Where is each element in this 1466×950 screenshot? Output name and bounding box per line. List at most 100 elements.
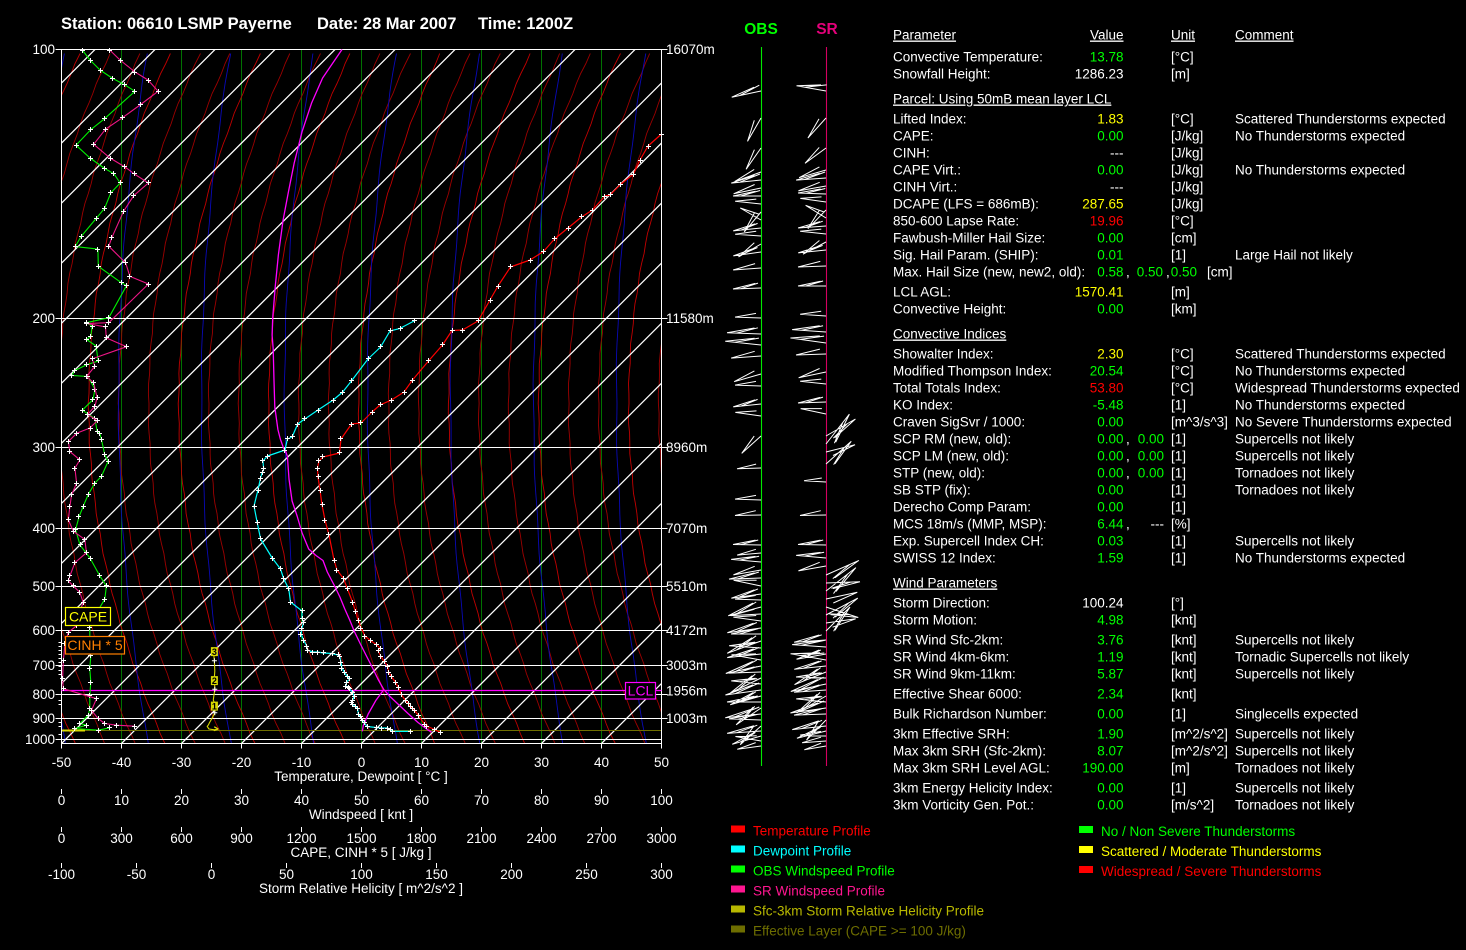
svg-text:1800: 1800 — [406, 831, 436, 846]
svg-text:[°C]: [°C] — [1171, 112, 1194, 127]
svg-text:[1]: [1] — [1171, 432, 1186, 447]
svg-text:0: 0 — [358, 755, 366, 770]
svg-text:0.00: 0.00 — [1097, 432, 1123, 447]
svg-text:Convective Indices: Convective Indices — [893, 327, 1007, 342]
svg-text:[cm]: [cm] — [1171, 231, 1197, 246]
svg-text:Snowfall Height:: Snowfall Height: — [893, 67, 991, 82]
svg-text:DCAPE (LFS = 686mB):: DCAPE (LFS = 686mB): — [893, 197, 1039, 212]
svg-text:0.00: 0.00 — [1097, 466, 1123, 481]
svg-text:2: 2 — [212, 676, 217, 686]
svg-text:1: 1 — [212, 702, 217, 712]
svg-text:[m]: [m] — [1171, 67, 1190, 82]
svg-text:8960m: 8960m — [666, 440, 707, 455]
svg-text:100: 100 — [650, 793, 673, 808]
svg-text:KO Index:: KO Index: — [893, 398, 953, 413]
svg-text:[knt]: [knt] — [1171, 633, 1197, 648]
svg-text:6.44: 6.44 — [1097, 517, 1124, 532]
svg-text:1286.23: 1286.23 — [1075, 67, 1124, 82]
svg-text:LCL AGL:: LCL AGL: — [893, 285, 951, 300]
svg-text:0.00: 0.00 — [1097, 129, 1123, 144]
svg-text:0.00: 0.00 — [1097, 500, 1123, 515]
svg-text:Lifted Index:: Lifted Index: — [893, 112, 967, 127]
svg-text:100.24: 100.24 — [1082, 596, 1124, 611]
svg-text:53.80: 53.80 — [1090, 381, 1124, 396]
svg-text:1.90: 1.90 — [1097, 727, 1123, 742]
svg-text:[J/kg]: [J/kg] — [1171, 163, 1203, 178]
svg-text:Storm Relative Helicity [ m^2: Storm Relative Helicity [ m^2/s^2 ] — [259, 881, 463, 896]
svg-text:600: 600 — [32, 623, 55, 638]
svg-text:Time: 1200Z: Time: 1200Z — [478, 15, 573, 33]
svg-text:SR Windspeed Profile: SR Windspeed Profile — [753, 884, 885, 899]
svg-text:900: 900 — [230, 831, 253, 846]
svg-text:Date: 28 Mar 2007: Date: 28 Mar 2007 — [317, 15, 456, 33]
svg-text:Temperature Profile: Temperature Profile — [753, 824, 871, 839]
svg-text:[knt]: [knt] — [1171, 667, 1197, 682]
svg-text:0.50: 0.50 — [1171, 265, 1197, 280]
svg-text:1200: 1200 — [286, 831, 316, 846]
svg-text:Windspeed [ knt ]: Windspeed [ knt ] — [309, 807, 413, 822]
svg-text:1003m: 1003m — [666, 711, 707, 726]
svg-text:[1]: [1] — [1171, 483, 1186, 498]
svg-text:SR Wind 9km-11km:: SR Wind 9km-11km: — [893, 667, 1016, 682]
svg-text:Sig. Hail Param. (SHIP):: Sig. Hail Param. (SHIP): — [893, 248, 1039, 263]
svg-text:3km Vorticity Gen. Pot.:: 3km Vorticity Gen. Pot.: — [893, 798, 1034, 813]
svg-text:0.00: 0.00 — [1097, 163, 1123, 178]
svg-text:80: 80 — [534, 793, 549, 808]
svg-text:No Thunderstorms expected: No Thunderstorms expected — [1235, 129, 1405, 144]
svg-text:[m]: [m] — [1171, 761, 1190, 776]
svg-text:Convective Temperature:: Convective Temperature: — [893, 50, 1043, 65]
svg-text:Parcel: Using 50mB mean layer: Parcel: Using 50mB mean layer LCL — [893, 92, 1112, 107]
svg-text:400: 400 — [32, 521, 55, 536]
svg-text:40: 40 — [594, 755, 609, 770]
svg-text:[m]: [m] — [1171, 285, 1190, 300]
svg-text:Station: 06610 LSMP Payerne: Station: 06610 LSMP Payerne — [61, 15, 292, 33]
svg-text:[1]: [1] — [1171, 398, 1186, 413]
svg-text:190.00: 190.00 — [1082, 761, 1123, 776]
svg-text:CAPE: CAPE — [69, 609, 107, 625]
svg-text:3.76: 3.76 — [1097, 633, 1123, 648]
svg-text:13.78: 13.78 — [1090, 50, 1124, 65]
svg-text:[1]: [1] — [1171, 248, 1186, 263]
svg-text:---: --- — [1110, 180, 1124, 195]
svg-text:[1]: [1] — [1171, 466, 1186, 481]
svg-text:Bulk Richardson Number:: Bulk Richardson Number: — [893, 707, 1047, 722]
svg-text:[cm]: [cm] — [1207, 265, 1233, 280]
svg-text:[J/kg]: [J/kg] — [1171, 197, 1203, 212]
svg-text:CINH Virt.:: CINH Virt.: — [893, 180, 957, 195]
svg-text:4172m: 4172m — [666, 623, 707, 638]
svg-text:100: 100 — [350, 867, 373, 882]
svg-text:Supercells not likely: Supercells not likely — [1235, 432, 1355, 447]
svg-text:Effective Shear 6000:: Effective Shear 6000: — [893, 687, 1022, 702]
svg-text:[%]: [%] — [1171, 517, 1191, 532]
svg-text:40: 40 — [294, 793, 309, 808]
svg-text:287.65: 287.65 — [1082, 197, 1123, 212]
svg-text:300: 300 — [110, 831, 133, 846]
svg-text:Tornadoes not likely: Tornadoes not likely — [1235, 761, 1355, 776]
svg-text:Scattered Thunderstorms expect: Scattered Thunderstorms expected — [1235, 112, 1446, 127]
svg-text:CAPE:: CAPE: — [893, 129, 934, 144]
svg-text:Showalter Index:: Showalter Index: — [893, 347, 994, 362]
svg-text:0.00: 0.00 — [1097, 483, 1123, 498]
svg-text:Widespread / Severe Thundersto: Widespread / Severe Thunderstorms — [1101, 864, 1322, 879]
svg-text:-40: -40 — [112, 755, 132, 770]
svg-text:Max. Hail Size (new, new2, old: Max. Hail Size (new, new2, old): — [893, 265, 1085, 280]
svg-text:[1]: [1] — [1171, 500, 1186, 515]
svg-text:30: 30 — [234, 793, 249, 808]
svg-text:Convective Height:: Convective Height: — [893, 302, 1006, 317]
svg-text:0.00: 0.00 — [1097, 449, 1123, 464]
svg-text:Sfc-3km Storm Relative Helicit: Sfc-3km Storm Relative Helicity Profile — [753, 904, 984, 919]
svg-text:Large Hail not likely: Large Hail not likely — [1235, 248, 1353, 263]
svg-text:Supercells not likely: Supercells not likely — [1235, 744, 1355, 759]
svg-text:300: 300 — [650, 867, 673, 882]
svg-text:-50: -50 — [52, 755, 72, 770]
svg-text:200: 200 — [500, 867, 523, 882]
svg-text:Tornadoes not likely: Tornadoes not likely — [1235, 466, 1355, 481]
svg-text:0.58: 0.58 — [1097, 265, 1123, 280]
svg-text:[°]: [°] — [1171, 596, 1184, 611]
svg-text:20: 20 — [474, 755, 489, 770]
svg-text:20.54: 20.54 — [1090, 364, 1124, 379]
svg-text:[m^3/s^3]: [m^3/s^3] — [1171, 415, 1228, 430]
svg-text:No Severe Thunderstorms expect: No Severe Thunderstorms expected — [1235, 415, 1452, 430]
svg-text:Total Totals Index:: Total Totals Index: — [893, 381, 1001, 396]
svg-text:Storm Direction:: Storm Direction: — [893, 596, 990, 611]
